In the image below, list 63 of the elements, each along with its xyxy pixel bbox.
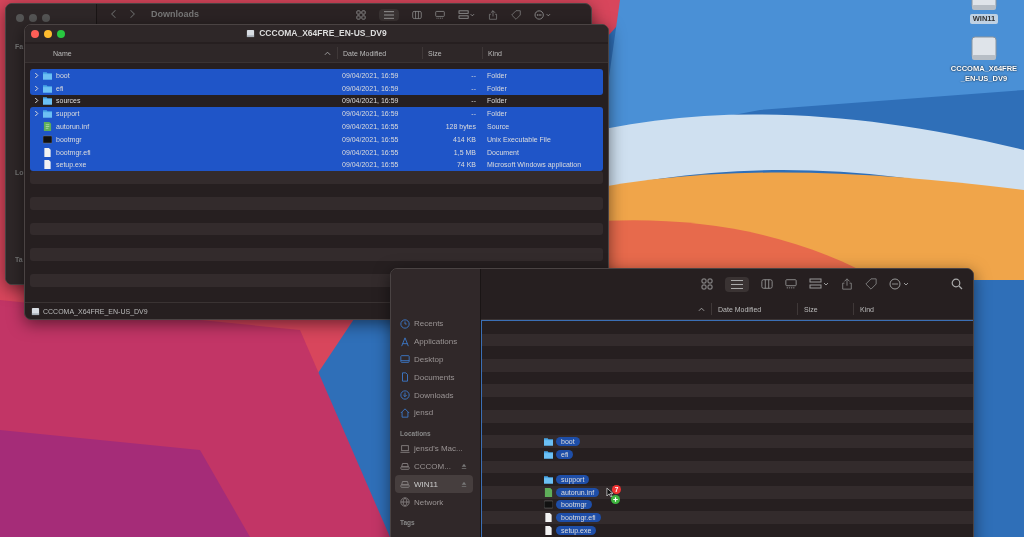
more-icon[interactable] — [534, 10, 551, 20]
sidebar-item[interactable]: jensd's Mac... — [395, 439, 473, 458]
gallery-view-icon[interactable] — [435, 10, 445, 20]
folder-icon — [544, 474, 553, 484]
folder-icon — [544, 449, 553, 459]
chevron-icon[interactable] — [34, 97, 39, 105]
window-title: Downloads — [151, 9, 199, 20]
tag-icon[interactable] — [865, 278, 877, 290]
globe-icon — [400, 497, 410, 508]
download-icon — [400, 390, 410, 401]
sidebar-item[interactable]: Network — [395, 493, 473, 511]
chevron-icon[interactable] — [34, 110, 39, 118]
eject-icon[interactable] — [461, 463, 467, 470]
sidebar-item[interactable]: CCCOM... — [395, 457, 473, 476]
tag-icon[interactable] — [511, 10, 521, 20]
drive-icon[interactable] — [970, 36, 998, 62]
sort-caret-icon[interactable] — [324, 50, 331, 56]
sidebar-item[interactable]: Recents — [395, 315, 473, 333]
terminal-icon — [43, 134, 52, 144]
drive-icon — [400, 461, 410, 472]
list-view-icon[interactable] — [725, 276, 749, 292]
group-icon[interactable] — [809, 278, 829, 290]
sidebar-item[interactable]: WIN11 — [395, 475, 473, 494]
sidebar-item[interactable]: Documents — [395, 368, 473, 387]
laptop-icon — [400, 443, 410, 454]
folder-icon — [544, 436, 553, 446]
home-icon — [400, 407, 410, 418]
document-icon — [400, 372, 410, 383]
back-icon[interactable] — [111, 9, 117, 19]
desktop-icon — [400, 354, 410, 365]
folder-icon — [43, 109, 52, 119]
plus-icon — [611, 495, 620, 504]
apps-icon — [400, 336, 410, 347]
more-icon[interactable] — [889, 278, 909, 290]
chevron-icon[interactable] — [34, 71, 39, 79]
drive-icon — [400, 479, 410, 490]
sidebar-item[interactable]: Desktop — [395, 350, 473, 369]
group-icon[interactable] — [458, 10, 475, 20]
sidebar-item[interactable]: jensd — [395, 404, 473, 422]
eject-icon[interactable] — [461, 481, 467, 488]
sidebar-item[interactable]: Downloads — [395, 386, 473, 404]
grid-view-icon[interactable] — [701, 278, 713, 290]
sidebar-item[interactable]: Applications — [395, 332, 473, 351]
folder-icon — [43, 70, 52, 80]
terminal-icon — [544, 500, 553, 510]
share-icon[interactable] — [841, 278, 853, 290]
forward-icon[interactable] — [129, 9, 135, 19]
share-icon[interactable] — [488, 10, 498, 20]
grid-view-icon[interactable] — [356, 10, 366, 20]
chevron-icon[interactable] — [34, 84, 39, 92]
folder-icon — [43, 96, 52, 106]
window-title: CCCOMA_X64FRE_EN-US_DV9 — [259, 28, 387, 38]
source-file-icon — [544, 487, 553, 497]
source-file-icon — [43, 122, 52, 132]
list-view-icon[interactable] — [379, 9, 399, 21]
pointer-icon — [606, 487, 613, 498]
folder-icon — [43, 83, 52, 93]
search-icon[interactable] — [951, 278, 963, 290]
sort-caret-icon[interactable] — [698, 306, 705, 312]
column-view-icon[interactable] — [761, 278, 773, 290]
gallery-view-icon[interactable] — [785, 278, 797, 290]
clock-icon — [400, 318, 410, 329]
column-view-icon[interactable] — [412, 10, 422, 20]
